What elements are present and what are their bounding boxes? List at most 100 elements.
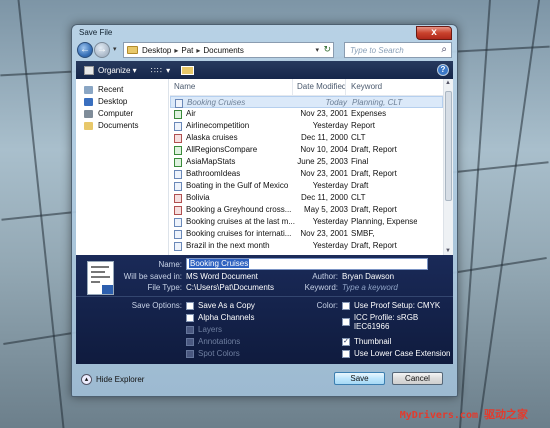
sidebar-item-recent[interactable]: Recent <box>84 85 123 94</box>
column-header-name[interactable]: Name <box>174 82 195 91</box>
filename-input[interactable]: Booking Cruises <box>186 258 428 270</box>
proof-setup-checkbox[interactable]: Use Proof Setup: CMYK <box>342 301 440 310</box>
computer-icon <box>84 109 93 118</box>
file-date: Nov 23, 2001 <box>300 109 348 118</box>
dialog-footer: ▴ Hide Explorer Save Cancel <box>76 364 453 394</box>
address-bar[interactable]: Desktop ▸ Pat ▸ Documents ▾ ↻ <box>123 42 334 58</box>
address-dropdown-icon[interactable]: ▾ <box>315 46 319 54</box>
refresh-icon[interactable]: ↻ <box>323 44 331 55</box>
title-bar: Save File x <box>72 25 457 40</box>
author-label: Author: <box>312 272 338 281</box>
breadcrumb-documents[interactable]: Documents <box>203 46 243 55</box>
checkbox-box <box>342 301 350 310</box>
column-header-date[interactable]: Date Modified <box>297 82 346 91</box>
file-row[interactable]: Booking Cruises Today Planning, CLT <box>170 96 443 108</box>
file-keyword: Draft <box>351 181 369 190</box>
desktop-icon <box>84 97 93 106</box>
lowercase-extension-checkbox[interactable]: Use Lower Case Extension <box>342 349 451 358</box>
organize-button[interactable]: Organize ▾ <box>84 65 137 75</box>
back-button[interactable]: ← <box>77 42 93 58</box>
author-value[interactable]: Bryan Dawson <box>342 272 394 281</box>
new-folder-icon[interactable] <box>181 65 195 75</box>
search-icon[interactable]: ⌕ <box>441 44 447 55</box>
filename-value: Booking Cruises <box>189 259 250 268</box>
name-label: Name: <box>158 260 182 269</box>
chevron-right-icon[interactable]: ▸ <box>196 46 200 55</box>
file-keyword: Draft, Report <box>351 145 397 154</box>
help-icon[interactable]: ? <box>437 64 449 76</box>
file-name: AsiaMapStats <box>186 157 236 166</box>
file-row[interactable]: Air Nov 23, 2001 Expenses <box>170 108 443 120</box>
file-row[interactable]: Alaska cruises Dec 11, 2000 CLT <box>170 132 443 144</box>
save-button[interactable]: Save <box>334 372 385 385</box>
scrollbar-thumb[interactable] <box>445 91 452 201</box>
sidebar-item-label: Recent <box>98 85 124 94</box>
recent-pages-dropdown[interactable]: ▾ <box>113 45 117 53</box>
file-type-value[interactable]: C:\Users\Pat\Documents <box>186 283 274 292</box>
jpg-file-icon <box>174 194 182 203</box>
save-as-copy-checkbox[interactable]: Save As a Copy <box>186 301 255 310</box>
cancel-button[interactable]: Cancel <box>392 372 443 385</box>
doc-file-icon <box>174 122 182 131</box>
file-date: Nov 10, 2004 <box>300 145 348 154</box>
sidebar-item-documents[interactable]: Documents <box>84 121 138 130</box>
file-row[interactable]: Brazil in the next month Yesterday Draft, … <box>170 240 443 252</box>
xls-file-icon <box>174 158 182 167</box>
window-title: Save File <box>79 28 113 37</box>
organize-icon <box>84 65 94 75</box>
breadcrumb-desktop[interactable]: Desktop <box>142 46 171 55</box>
column-divider[interactable] <box>345 79 346 96</box>
jpg-file-icon <box>174 206 182 215</box>
file-row[interactable]: Booking cruises for internati... Nov 23, … <box>170 228 443 240</box>
sidebar-item-desktop[interactable]: Desktop <box>84 97 127 106</box>
search-input[interactable]: Type to Search ⌕ <box>344 42 452 58</box>
file-date: Yesterday <box>312 181 348 190</box>
check-icon: ✓ <box>342 337 350 346</box>
file-row[interactable]: AllRegionsCompare Nov 10, 2004 Draft, Repo… <box>170 144 443 156</box>
column-divider[interactable] <box>292 79 293 96</box>
forward-button[interactable]: → <box>94 42 110 58</box>
views-button[interactable]: ∷∷ ▾ <box>151 66 171 75</box>
file-date: Nov 23, 2001 <box>300 169 348 178</box>
file-name: Airlinecompetition <box>186 121 250 130</box>
file-row[interactable]: BathroomIdeas Nov 23, 2001 Draft, Report <box>170 168 443 180</box>
vertical-scrollbar[interactable]: ▲ ▼ <box>443 79 453 255</box>
thumbnail-checkbox[interactable]: ✓ Thumbnail <box>342 337 391 346</box>
sidebar-item-computer[interactable]: Computer <box>84 109 133 118</box>
file-date: Nov 23, 2001 <box>300 229 348 238</box>
alpha-channels-checkbox[interactable]: Alpha Channels <box>186 313 254 322</box>
column-header-keyword[interactable]: Keyword <box>351 82 382 91</box>
checkbox-label: Alpha Channels <box>198 313 255 322</box>
details-divider <box>76 296 453 297</box>
annotations-checkbox: Annotations <box>186 337 240 346</box>
file-name: Booking cruises at the last m... <box>186 217 295 226</box>
icc-profile-checkbox[interactable]: ICC Profile: sRGB IEC61966 <box>342 313 453 331</box>
jpg-file-icon <box>174 134 182 143</box>
hide-explorer-toggle[interactable]: ▴ Hide Explorer <box>81 374 144 385</box>
file-row[interactable]: Boating in the Gulf of Mexico Yesterday Dr… <box>170 180 443 192</box>
file-name: Boating in the Gulf of Mexico <box>186 181 289 190</box>
documents-folder-icon <box>84 121 93 130</box>
save-file-dialog: Save File x ← → ▾ Desktop ▸ Pat ▸ Docume… <box>71 24 458 397</box>
file-date: Yesterday <box>312 241 348 250</box>
file-row[interactable]: AsiaMapStats June 25, 2003 Final <box>170 156 443 168</box>
file-name: Brazil in the next month <box>186 241 270 250</box>
file-row[interactable]: Booking cruises at the last m... Yesterda… <box>170 216 443 228</box>
xls-file-icon <box>174 110 182 119</box>
file-row[interactable]: Booking a Greyhound cross... May 5, 2003 D… <box>170 204 443 216</box>
chevron-right-icon[interactable]: ▸ <box>174 46 178 55</box>
file-keyword: CLT <box>351 193 366 202</box>
file-row[interactable]: Bolivia Dec 11, 2000 CLT <box>170 192 443 204</box>
doc-file-icon <box>174 242 182 251</box>
close-button[interactable]: x <box>416 26 452 40</box>
keyword-input[interactable]: Type a keyword <box>342 283 398 292</box>
file-type-label: File Type: <box>147 283 182 292</box>
file-name: BathroomIdeas <box>186 169 241 178</box>
file-row[interactable]: Airlinecompetition Yesterday Report <box>170 120 443 132</box>
breadcrumb-pat[interactable]: Pat <box>181 46 193 55</box>
file-keyword: Draft, Report <box>351 241 397 250</box>
sidebar-item-label: Computer <box>98 109 134 118</box>
scroll-down-icon[interactable]: ▼ <box>445 248 451 254</box>
file-date: Dec 11, 2000 <box>301 133 348 142</box>
scroll-up-icon[interactable]: ▲ <box>445 80 451 86</box>
